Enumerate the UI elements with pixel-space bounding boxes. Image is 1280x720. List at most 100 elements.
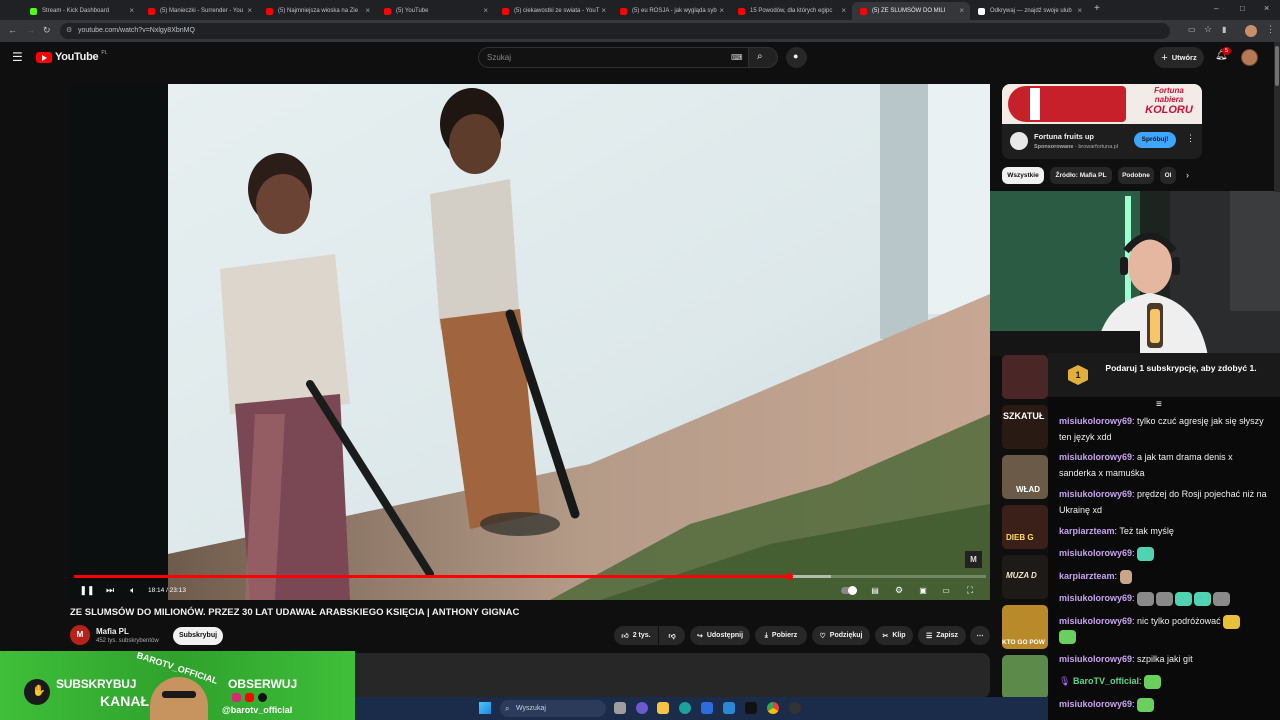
minimize-button[interactable]: –	[1214, 4, 1218, 13]
chat-username[interactable]: misiukolorowy69	[1059, 548, 1132, 558]
chat-username[interactable]: BaroTV_official	[1073, 676, 1139, 686]
browser-tab[interactable]: Odkrywaj — znajdź swoje ulub ×	[970, 2, 1088, 20]
search-input[interactable]: Szukaj ⌨	[478, 47, 778, 68]
dislike-button[interactable]: 👎︎	[659, 626, 685, 645]
tiktok-icon[interactable]	[745, 702, 757, 714]
reload-icon[interactable]: ↻	[43, 25, 51, 36]
subscribe-button[interactable]: Subskrybuj	[173, 627, 223, 645]
autoplay-toggle[interactable]	[840, 583, 858, 597]
save-button[interactable]: ☰ Zapisz	[918, 626, 966, 645]
miniplayer-icon[interactable]: ▣	[916, 583, 930, 597]
browser-tab[interactable]: 15 Powodów, dla których egipc ×	[730, 2, 852, 20]
browser-tab[interactable]: (5) Najmniejsza wioska na Zie ×	[258, 2, 376, 20]
browser-tab[interactable]: Stream - Kick Dashboard ×	[22, 2, 140, 20]
extensions-icon[interactable]: ▮	[1222, 25, 1226, 34]
clip-button[interactable]: ✂ Klip	[875, 626, 913, 645]
progress-bar[interactable]	[74, 573, 986, 580]
user-avatar[interactable]	[1241, 49, 1258, 66]
chat-username[interactable]: misiukolorowy69	[1059, 616, 1132, 626]
fullscreen-icon[interactable]: ⛶	[963, 583, 977, 597]
chip-more[interactable]: Ol	[1160, 167, 1176, 184]
task-view-icon[interactable]	[614, 702, 626, 714]
channel-watermark[interactable]: M	[965, 551, 982, 568]
settings-gear-icon[interactable]: ⚙	[892, 583, 906, 597]
chip-all[interactable]: Wszystkie	[1002, 167, 1044, 184]
close-icon[interactable]: ×	[129, 6, 134, 15]
browser-tab[interactable]: (5) Manieczki - Surrender - You ×	[140, 2, 258, 20]
page-scrollbar[interactable]	[1274, 42, 1280, 192]
close-icon[interactable]: ×	[841, 6, 846, 15]
edge-icon[interactable]	[679, 702, 691, 714]
scrollbar-thumb[interactable]	[1275, 46, 1279, 86]
ad-cta-button[interactable]: Spróbuj!	[1134, 132, 1176, 148]
hamburger-menu-icon[interactable]: ☰	[12, 51, 23, 63]
voice-search-button[interactable]: ●	[786, 47, 807, 68]
copilot-icon[interactable]	[636, 702, 648, 714]
chip-source-channel[interactable]: Źródło: Mafia PL	[1050, 167, 1112, 184]
browser-tab[interactable]: (5) eu ROSJA - jak wygląda syb ×	[612, 2, 730, 20]
recommendation-thumbnail[interactable]: DIEB G	[1002, 505, 1048, 549]
obs-icon[interactable]	[789, 702, 801, 714]
file-explorer-icon[interactable]	[657, 702, 669, 714]
chrome-icon[interactable]	[767, 702, 779, 714]
recommendation-thumbnail[interactable]: KTO GO POW	[1002, 605, 1048, 649]
recommendation-thumbnail[interactable]	[1002, 355, 1048, 399]
store-icon[interactable]	[701, 702, 713, 714]
new-tab-button[interactable]: +	[1094, 3, 1100, 14]
chip-related[interactable]: Podobne	[1118, 167, 1154, 184]
address-bar[interactable]: ⚙ youtube.com/watch?v=Nxlgy8XbnMQ	[60, 23, 1170, 39]
youtube-logo[interactable]: YouTube PL	[36, 50, 107, 63]
chat-username[interactable]: misiukolorowy69	[1059, 416, 1132, 426]
volume-icon[interactable]: 🔈︎	[126, 583, 140, 597]
chat-collapse-icon[interactable]: ≡	[1156, 399, 1162, 410]
close-icon[interactable]: ×	[365, 6, 370, 15]
profile-avatar[interactable]	[1245, 25, 1257, 37]
next-icon[interactable]: ⏭︎	[103, 583, 117, 597]
chat-username[interactable]: misiukolorowy69	[1059, 593, 1132, 603]
windows-start-icon[interactable]	[479, 702, 491, 714]
keyboard-icon[interactable]: ⌨	[731, 48, 743, 67]
share-button[interactable]: ↪ Udostępnij	[690, 626, 750, 645]
bookmark-star-icon[interactable]: ☆	[1204, 24, 1212, 35]
download-button[interactable]: ⤓ Pobierz	[755, 626, 807, 645]
forward-icon[interactable]: →	[26, 25, 35, 35]
sponsored-ad[interactable]: Fortuna nabiera KOLORU Fortuna fruits up…	[1002, 84, 1202, 159]
app-icon[interactable]	[723, 702, 735, 714]
thanks-button[interactable]: ♡ Podziękuj	[812, 626, 870, 645]
like-button[interactable]: 👍︎ 2 tys.	[614, 626, 658, 645]
subtitles-icon[interactable]: ▤	[868, 583, 882, 597]
close-icon[interactable]: ×	[483, 6, 488, 15]
site-info-icon[interactable]: ⚙	[66, 23, 72, 39]
chevron-right-icon[interactable]: ›	[1186, 170, 1189, 180]
search-button[interactable]: ⌕	[748, 47, 778, 68]
close-icon[interactable]: ×	[719, 6, 724, 15]
browser-menu-icon[interactable]: ⋮	[1266, 24, 1275, 35]
video-player[interactable]: M ❚❚ ⏭︎ 🔈︎ 18:14 / 23:13 ▤ ⚙ ▣ ▭ ⛶	[70, 84, 990, 600]
chat-username[interactable]: misiukolorowy69	[1059, 699, 1132, 709]
browser-tab[interactable]: (5) YouTube ×	[376, 2, 494, 20]
close-icon[interactable]: ×	[601, 6, 606, 15]
back-icon[interactable]: ←	[8, 25, 17, 35]
channel-avatar[interactable]: M	[70, 625, 90, 645]
chat-username[interactable]: misiukolorowy69	[1059, 489, 1132, 499]
create-button[interactable]: + Utwórz	[1154, 47, 1204, 68]
recommendation-thumbnail[interactable]	[1002, 655, 1048, 699]
chat-username[interactable]: karpiarzteam	[1059, 571, 1115, 581]
browser-tab[interactable]: (5) ciekawostki ze swiata - YouT ×	[494, 2, 612, 20]
close-icon[interactable]: ×	[1077, 6, 1082, 15]
ad-banner-image[interactable]: Fortuna nabiera KOLORU	[1002, 84, 1202, 124]
ad-more-icon[interactable]: ⋮	[1186, 133, 1195, 144]
more-actions-button[interactable]: ⋯	[970, 626, 990, 645]
install-app-icon[interactable]: ▭	[1188, 25, 1196, 34]
chat-username[interactable]: misiukolorowy69	[1059, 654, 1132, 664]
channel-name[interactable]: Mafia PL	[96, 627, 129, 636]
close-icon[interactable]: ×	[247, 6, 252, 15]
pause-icon[interactable]: ❚❚	[79, 583, 94, 597]
close-icon[interactable]: ×	[959, 6, 964, 15]
chat-username[interactable]: karpiarzteam	[1059, 526, 1115, 536]
browser-tab-active[interactable]: (5) ZE SLUMSÓW DO MILI ×	[852, 2, 970, 20]
recommendation-thumbnail[interactable]: WŁAD	[1002, 455, 1048, 499]
recommendation-thumbnail[interactable]: MUZA D	[1002, 555, 1048, 599]
theater-mode-icon[interactable]: ▭	[939, 583, 953, 597]
recommendation-thumbnail[interactable]: SZKATUŁ	[1002, 405, 1048, 449]
